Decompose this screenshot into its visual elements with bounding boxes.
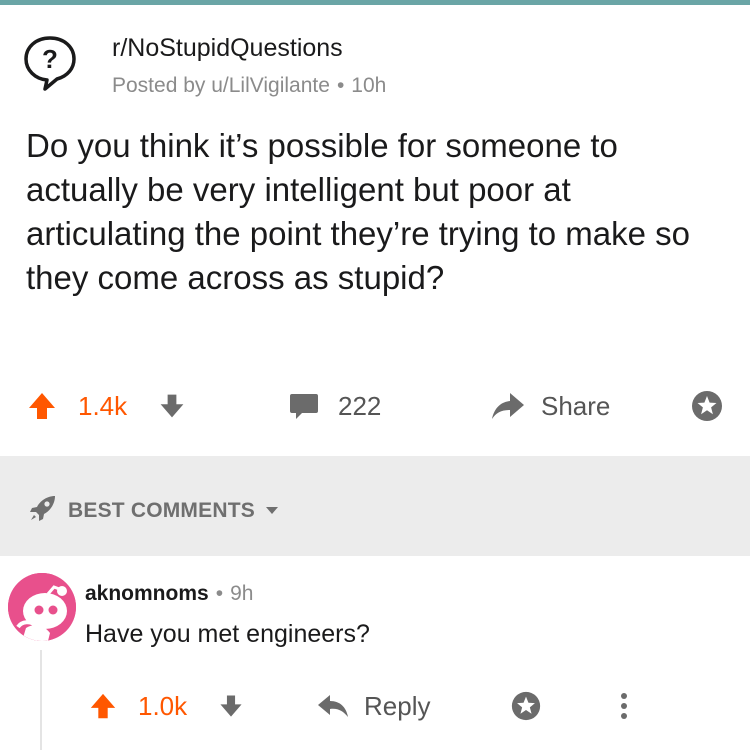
comment-age: 9h: [230, 582, 254, 605]
post-title[interactable]: Do you think it’s possible for someone t…: [26, 124, 726, 300]
downvote-arrow-icon[interactable]: [218, 680, 244, 732]
sort-dropdown[interactable]: BEST COMMENTS: [28, 493, 279, 528]
share-arrow-icon[interactable]: [490, 380, 526, 432]
top-accent-line: [0, 0, 750, 5]
post-age: 10h: [351, 74, 387, 97]
comment-meta-separator: •: [215, 582, 224, 605]
comment-count[interactable]: 222: [338, 380, 381, 432]
avatar[interactable]: [8, 573, 76, 641]
upvote-arrow-icon[interactable]: [88, 680, 118, 732]
post-score: 1.4k: [78, 390, 128, 421]
award-icon[interactable]: [510, 680, 542, 732]
post-action-bar: 1.4k 222 Share: [0, 380, 750, 432]
meta-separator: •: [336, 74, 345, 97]
award-icon[interactable]: [690, 380, 724, 432]
share-button[interactable]: Share: [541, 380, 610, 432]
posted-by[interactable]: Posted by u/LilVigilante: [112, 74, 330, 98]
reply-button[interactable]: Reply: [364, 680, 430, 732]
sort-label: BEST COMMENTS: [68, 498, 255, 522]
comment-action-bar: 1.0k Reply: [0, 680, 750, 730]
rocket-icon: [28, 493, 58, 528]
comment-meta: aknomnoms • 9h: [85, 582, 253, 606]
comment-author[interactable]: aknomnoms: [85, 582, 209, 606]
comment-body[interactable]: Have you met engineers?: [85, 620, 370, 649]
comment-sort-bar: BEST COMMENTS: [0, 456, 750, 556]
reply-arrow-icon[interactable]: [316, 680, 350, 732]
subreddit-name[interactable]: r/NoStupidQuestions: [112, 34, 343, 63]
caret-down-icon: [265, 502, 279, 520]
downvote-arrow-icon[interactable]: [158, 380, 186, 432]
svg-text:?: ?: [42, 44, 58, 74]
upvote-arrow-icon[interactable]: [26, 380, 58, 432]
more-vertical-icon[interactable]: [620, 680, 628, 732]
comment-score: 1.0k: [138, 690, 188, 721]
comment-bubble-icon[interactable]: [288, 380, 320, 432]
question-bubble-icon[interactable]: ?: [22, 34, 78, 92]
post-meta: Posted by u/LilVigilante • 10h: [112, 74, 386, 98]
